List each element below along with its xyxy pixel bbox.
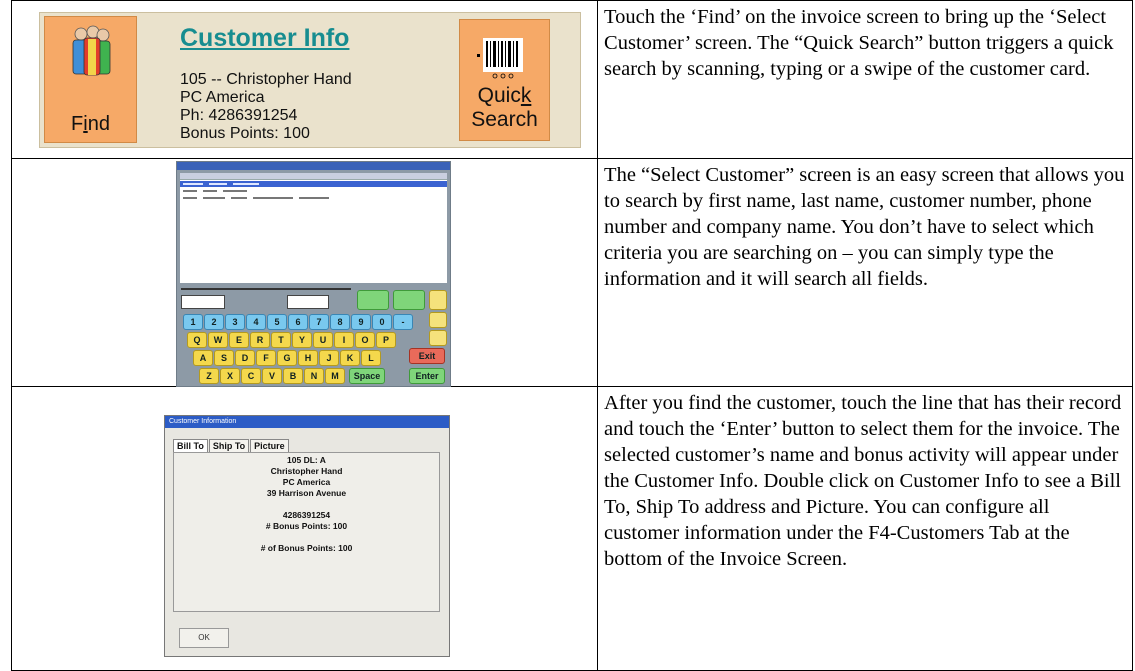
bill-to-details: 105 DL: A Christopher Hand PC America 39… <box>174 455 439 554</box>
bill-to-panel: 105 DL: A Christopher Hand PC America 39… <box>173 452 440 612</box>
key-x[interactable]: X <box>220 368 240 384</box>
key-7[interactable]: 7 <box>309 314 329 330</box>
table-row: 1 2 3 4 5 6 7 8 9 0- Q W E R T Y U I O P A S D F G H J K L Z X C V B N M Spa… <box>10 158 1133 387</box>
table-row: Find Customer Info 105 -- Christopher Ha… <box>10 0 1133 159</box>
quick-search-button[interactable]: Quick Search <box>459 19 550 141</box>
description-find: Touch the ‘Find’ on the invoice screen t… <box>597 0 1133 159</box>
detail-line: 105 DL: A <box>287 455 326 465</box>
key-t[interactable]: T <box>271 332 291 348</box>
key-b[interactable]: B <box>283 368 303 384</box>
scroll-down-key[interactable] <box>429 312 447 328</box>
key-r[interactable]: R <box>250 332 270 348</box>
search-filter[interactable] <box>287 295 329 309</box>
key-v[interactable]: V <box>262 368 282 384</box>
key-0[interactable]: 0 <box>372 314 392 330</box>
edit-customer-button[interactable] <box>393 290 425 310</box>
search-key[interactable] <box>429 330 447 346</box>
customer-id-name: 105 -- Christopher Hand <box>180 71 352 88</box>
detail-line: Christopher Hand <box>270 466 343 476</box>
dialog-tabs: Bill To Ship To Picture <box>173 436 290 453</box>
dialog-title: Customer Information <box>165 416 449 428</box>
find-button-label: Find <box>71 113 110 135</box>
select-customer-screenshot: 1 2 3 4 5 6 7 8 9 0- Q W E R T Y U I O P A S D F G H J K L Z X C V B N M Spa… <box>176 161 451 387</box>
customer-company: PC America <box>180 89 265 106</box>
tab-picture[interactable]: Picture <box>250 439 289 453</box>
key-5[interactable]: 5 <box>267 314 287 330</box>
instruction-table: Find Customer Info 105 -- Christopher Ha… <box>10 0 1133 671</box>
results-row[interactable] <box>180 181 447 187</box>
key-i[interactable]: I <box>334 332 354 348</box>
key-z[interactable]: Z <box>199 368 219 384</box>
quick-search-label: Quick Search <box>471 84 538 131</box>
key-w[interactable]: W <box>208 332 228 348</box>
results-header <box>180 173 447 180</box>
key-k[interactable]: K <box>340 350 360 366</box>
document-page: Find Customer Info 105 -- Christopher Ha… <box>0 0 1135 671</box>
customer-info-title[interactable]: Customer Info <box>180 24 349 53</box>
key-u[interactable]: U <box>313 332 333 348</box>
tab-bill-to[interactable]: Bill To <box>173 439 208 453</box>
customer-results-table[interactable] <box>180 173 447 283</box>
key-g[interactable]: G <box>277 350 297 366</box>
key-m[interactable]: M <box>325 368 345 384</box>
table-row: Customer Information Bill To Ship To Pictu… <box>10 386 1133 671</box>
image-cell: Customer Information Bill To Ship To Pictu… <box>10 386 599 671</box>
key-l[interactable]: L <box>361 350 381 366</box>
add-customer-button[interactable] <box>357 290 389 310</box>
key-1[interactable]: 1 <box>183 314 203 330</box>
key-f[interactable]: F <box>256 350 276 366</box>
detail-spacer <box>174 499 439 510</box>
detail-spacer <box>174 532 439 543</box>
space-key[interactable]: Space <box>349 368 385 384</box>
customer-info-screenshot: Find Customer Info 105 -- Christopher Ha… <box>39 12 581 148</box>
tab-ship-to[interactable]: Ship To <box>208 439 250 453</box>
key-q[interactable]: Q <box>187 332 207 348</box>
enter-key[interactable]: Enter <box>409 368 445 384</box>
key-e[interactable]: E <box>229 332 249 348</box>
customer-information-dialog: Customer Information Bill To Ship To Pictu… <box>164 415 450 657</box>
customer-bonus-points: Bonus Points: 100 <box>180 125 310 142</box>
results-row[interactable] <box>180 188 447 194</box>
barcode-icon <box>477 38 523 79</box>
detail-line: 39 Harrison Avenue <box>266 488 347 498</box>
key-2[interactable]: 2 <box>204 314 224 330</box>
results-row[interactable] <box>180 195 447 201</box>
detail-line: # of Bonus Points: 100 <box>260 543 353 553</box>
ok-button[interactable]: OK <box>179 628 229 648</box>
customer-info-lines: 105 -- Christopher Hand PC America Ph: 4… <box>180 71 352 143</box>
key-3[interactable]: 3 <box>225 314 245 330</box>
customers-icon <box>72 25 111 76</box>
key-s[interactable]: S <box>214 350 234 366</box>
key-d[interactable]: D <box>235 350 255 366</box>
key-minus[interactable]: - <box>393 314 413 330</box>
image-cell: 1 2 3 4 5 6 7 8 9 0- Q W E R T Y U I O P A S D F G H J K L Z X C V B N M Spa… <box>10 158 599 387</box>
key-4[interactable]: 4 <box>246 314 266 330</box>
detail-line: # Bonus Points: 100 <box>265 521 348 531</box>
detail-line: 4286391254 <box>282 510 331 520</box>
key-y[interactable]: Y <box>292 332 312 348</box>
key-p[interactable]: P <box>376 332 396 348</box>
detail-line: PC America <box>282 477 331 487</box>
key-9[interactable]: 9 <box>351 314 371 330</box>
description-select-customer: The “Select Customer” screen is an easy … <box>597 158 1133 387</box>
exit-key[interactable]: Exit <box>409 348 445 364</box>
image-cell: Find Customer Info 105 -- Christopher Ha… <box>10 0 599 159</box>
select-customer-titlebar <box>177 162 450 170</box>
search-input[interactable] <box>181 295 225 309</box>
key-8[interactable]: 8 <box>330 314 350 330</box>
key-h[interactable]: H <box>298 350 318 366</box>
key-c[interactable]: C <box>241 368 261 384</box>
search-prompt <box>181 288 351 290</box>
customer-phone: Ph: 4286391254 <box>180 107 298 124</box>
key-6[interactable]: 6 <box>288 314 308 330</box>
find-button[interactable]: Find <box>44 16 137 143</box>
key-a[interactable]: A <box>193 350 213 366</box>
key-j[interactable]: J <box>319 350 339 366</box>
description-customer-info: After you find the customer, touch the l… <box>597 386 1133 671</box>
key-n[interactable]: N <box>304 368 324 384</box>
key-o[interactable]: O <box>355 332 375 348</box>
scroll-up-button[interactable] <box>429 290 447 310</box>
